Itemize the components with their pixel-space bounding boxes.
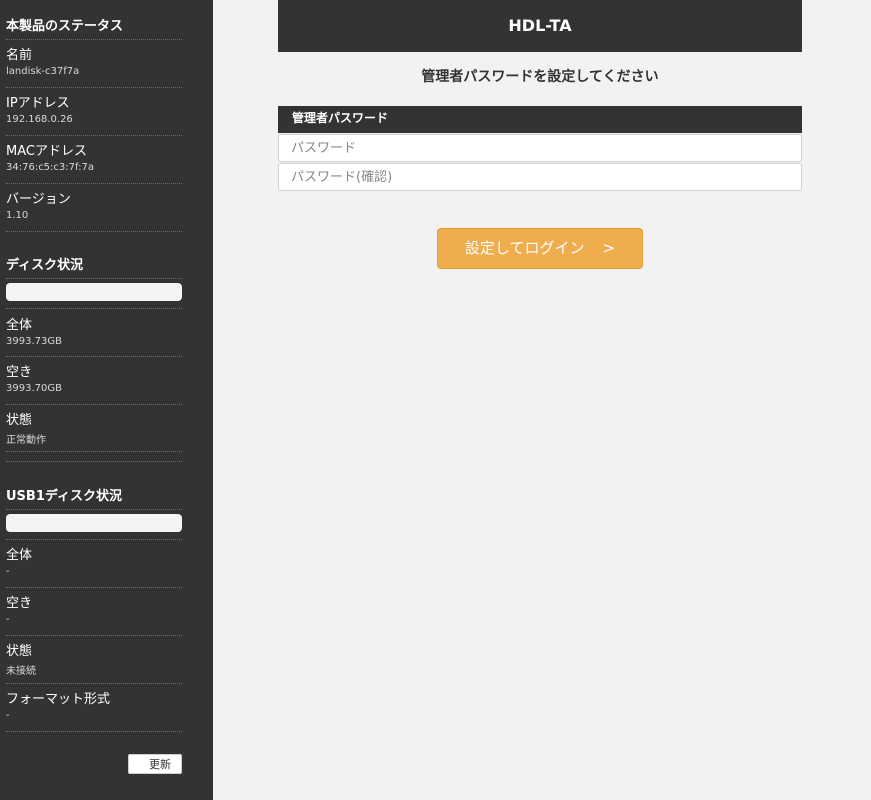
disk-free-label: 空き — [6, 365, 33, 380]
usb-state-row: 状態 未接続 — [6, 636, 182, 684]
status-ip-value: 192.168.0.26 — [6, 114, 73, 125]
divider — [6, 278, 182, 279]
disk-usage-bar — [6, 283, 182, 301]
password-input[interactable] — [278, 134, 802, 162]
status-ip-row: IPアドレス 192.168.0.26 — [6, 88, 182, 136]
disk-state-row: 状態 正常動作 — [6, 405, 182, 453]
status-mac-label: MACアドレス — [6, 144, 87, 159]
refresh-button[interactable]: 更新 — [128, 754, 182, 774]
usb-free-value: - — [6, 614, 10, 625]
sidebar: 本製品のステータス 名前 landisk-c37f7a IPアドレス 192.1… — [0, 0, 213, 800]
status-version-row: バージョン 1.10 — [6, 184, 182, 232]
page-header: HDL-TA — [278, 0, 802, 52]
status-section-title: 本製品のステータス — [6, 19, 124, 34]
disk-total-value: 3993.73GB — [6, 336, 62, 347]
divider — [6, 308, 182, 309]
disk-total-label: 全体 — [6, 318, 33, 333]
disk-free-value: 3993.70GB — [6, 383, 62, 394]
disk-state-value: 正常動作 — [6, 435, 46, 446]
status-mac-value: 34:76:c5:c3:7f:7a — [6, 162, 95, 173]
set-and-login-label: 設定してログイン — [464, 239, 585, 257]
usb-total-value: - — [6, 566, 10, 577]
usb-state-value: 未接続 — [6, 666, 36, 677]
usb-total-label: 全体 — [6, 548, 33, 563]
disk-section-title: ディスク状況 — [6, 258, 84, 273]
usb-state-label: 状態 — [6, 644, 33, 659]
password-confirm-input[interactable] — [278, 163, 802, 191]
usb-section-title: USB1ディスク状況 — [6, 489, 122, 504]
usb-usage-bar — [6, 514, 182, 532]
status-name-label: 名前 — [6, 48, 33, 63]
usb-format-value: - — [6, 710, 10, 721]
admin-password-label: 管理者パスワード — [278, 106, 802, 133]
status-version-label: バージョン — [6, 192, 71, 207]
status-name-row: 名前 landisk-c37f7a — [6, 40, 182, 88]
disk-total-row: 全体 3993.73GB — [6, 310, 182, 358]
page-subtitle: 管理者パスワードを設定してください — [421, 69, 659, 85]
divider — [6, 231, 182, 232]
usb-total-row: 全体 - — [6, 540, 182, 588]
status-ip-label: IPアドレス — [6, 96, 70, 111]
divider — [6, 509, 182, 510]
chevron-right-icon: > — [602, 239, 616, 257]
usb-format-row: フォーマット形式 - — [6, 684, 182, 732]
divider — [6, 451, 182, 452]
disk-free-row: 空き 3993.70GB — [6, 357, 182, 405]
set-and-login-button[interactable]: 設定してログイン > — [437, 228, 643, 269]
usb-format-label: フォーマット形式 — [6, 692, 111, 707]
status-mac-row: MACアドレス 34:76:c5:c3:7f:7a — [6, 136, 182, 184]
usb-free-label: 空き — [6, 596, 33, 611]
divider — [6, 731, 182, 732]
status-name-value: landisk-c37f7a — [6, 66, 80, 77]
status-version-value: 1.10 — [6, 210, 29, 221]
disk-state-label: 状態 — [6, 413, 33, 428]
usb-free-row: 空き - — [6, 588, 182, 636]
divider — [6, 461, 182, 462]
